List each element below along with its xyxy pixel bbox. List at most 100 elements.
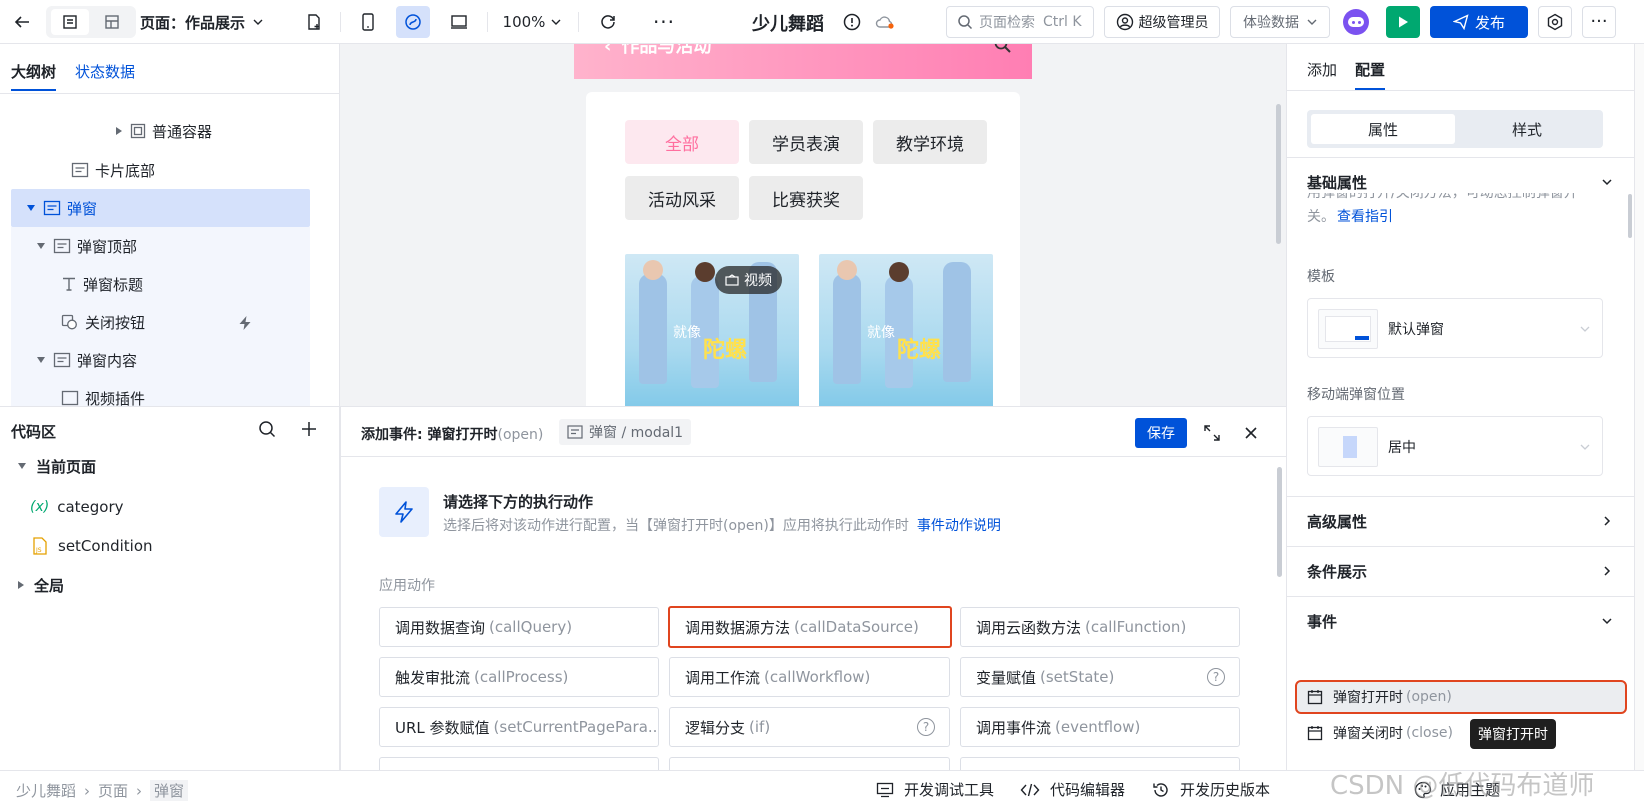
- action-set-url-params[interactable]: URL 参数赋值 (setCurrentPagePara...: [379, 707, 659, 747]
- collapse-caret-icon[interactable]: [27, 205, 35, 211]
- panel-scrollbar[interactable]: [1628, 194, 1632, 238]
- outline-view-icon[interactable]: [51, 9, 89, 35]
- add-page-icon[interactable]: [298, 6, 330, 38]
- more-menu-icon[interactable]: ···: [1582, 6, 1616, 38]
- save-button[interactable]: 保存: [1135, 418, 1187, 448]
- tab-outline[interactable]: 大纲树: [11, 61, 56, 82]
- tree-node-video-plugin[interactable]: 视频插件: [11, 379, 310, 406]
- event-panel-scrollbar[interactable]: [1277, 467, 1282, 577]
- lightning-icon[interactable]: [238, 315, 252, 331]
- page-search-input[interactable]: 页面检索 Ctrl K: [946, 6, 1094, 38]
- action-item[interactable]: [379, 757, 659, 770]
- code-fn-setcondition[interactable]: JS setCondition: [32, 531, 153, 561]
- publish-label: 发布: [1474, 13, 1505, 32]
- section-events[interactable]: 事件: [1287, 596, 1634, 646]
- search-icon[interactable]: [258, 420, 276, 438]
- search-icon[interactable]: [994, 44, 1012, 54]
- action-if-branch[interactable]: 逻辑分支 (if)?: [669, 707, 950, 747]
- tab-config[interactable]: 配置: [1355, 59, 1385, 80]
- collapse-caret-icon[interactable]: [37, 243, 45, 249]
- expand-caret-icon[interactable]: [116, 127, 122, 135]
- function-name: setCondition: [58, 537, 153, 555]
- code-tree-global[interactable]: 全局: [18, 570, 64, 600]
- right-tabs: 添加 配置: [1287, 44, 1634, 91]
- collapse-caret-icon[interactable]: [37, 357, 45, 363]
- filter-competition[interactable]: 比赛获奖: [749, 176, 863, 220]
- collapse-caret-icon[interactable]: [18, 463, 26, 469]
- tree-node-modal[interactable]: 弹窗: [11, 189, 310, 227]
- action-call-process[interactable]: 触发审批流 (callProcess): [379, 657, 659, 697]
- help-icon[interactable]: ?: [1207, 668, 1225, 686]
- back-arrow-icon[interactable]: [6, 6, 38, 38]
- prompt-title: 请选择下方的执行动作: [443, 493, 594, 511]
- debug-tool-button[interactable]: 开发调试工具: [876, 779, 994, 800]
- expand-caret-icon[interactable]: [18, 581, 24, 589]
- history-button[interactable]: 开发历史版本: [1152, 779, 1270, 800]
- code-tree-current-page[interactable]: 当前页面: [18, 451, 96, 481]
- template-select[interactable]: 默认弹窗: [1307, 298, 1603, 358]
- tab-active-indicator: [11, 89, 56, 91]
- mobile-preview-icon[interactable]: [352, 6, 384, 38]
- close-icon[interactable]: [1244, 426, 1258, 440]
- chevron-right-icon: [1604, 566, 1611, 576]
- tree-node-modal-header[interactable]: 弹窗顶部: [11, 227, 310, 265]
- more-icon[interactable]: ···: [648, 6, 680, 38]
- info-icon[interactable]: [840, 6, 864, 38]
- button-icon: [61, 314, 77, 330]
- tree-node-normal-container[interactable]: 普通容器: [11, 112, 310, 150]
- breadcrumb-component[interactable]: 弹窗: [150, 780, 189, 801]
- run-preview-button[interactable]: [1386, 6, 1420, 38]
- seg-styles[interactable]: 样式: [1455, 114, 1599, 144]
- zoom-value: 100%: [502, 13, 546, 31]
- action-eventflow[interactable]: 调用事件流 (eventflow): [960, 707, 1240, 747]
- user-menu[interactable]: 超级管理员: [1104, 6, 1220, 38]
- video-thumbnail[interactable]: 就像 陀螺: [819, 254, 993, 406]
- action-call-workflow[interactable]: 调用工作流 (callWorkflow): [669, 657, 950, 697]
- event-item-open[interactable]: 弹窗打开时 (open): [1295, 680, 1627, 714]
- seg-properties[interactable]: 属性: [1311, 114, 1455, 144]
- section-advanced-properties[interactable]: 高级属性: [1287, 496, 1634, 546]
- template-label: 模板: [1307, 269, 1335, 285]
- data-mode-select[interactable]: 体验数据: [1230, 6, 1330, 38]
- tab-state-data[interactable]: 状态数据: [75, 61, 135, 82]
- breadcrumb-app[interactable]: 少儿舞蹈: [16, 780, 76, 801]
- action-call-query[interactable]: 调用数据查询 (callQuery): [379, 607, 659, 647]
- code-editor-button[interactable]: 代码编辑器: [1020, 779, 1125, 800]
- tab-add[interactable]: 添加: [1307, 59, 1337, 80]
- filter-teaching-env[interactable]: 教学环境: [873, 120, 987, 164]
- expand-icon[interactable]: [1203, 424, 1221, 442]
- action-item[interactable]: [960, 757, 1240, 770]
- code-var-category[interactable]: (x) category: [30, 492, 124, 522]
- action-call-function[interactable]: 调用云函数方法 (callFunction): [960, 607, 1240, 647]
- tree-node-modal-title[interactable]: 弹窗标题: [11, 265, 310, 303]
- desktop-preview-icon[interactable]: [442, 6, 476, 38]
- section-condition-display[interactable]: 条件展示: [1287, 546, 1634, 596]
- filter-student-show[interactable]: 学员表演: [749, 120, 863, 164]
- event-action-help-link[interactable]: 事件动作说明: [917, 518, 1001, 534]
- code-area-title: 代码区: [11, 423, 57, 441]
- filter-all[interactable]: 全部: [625, 120, 739, 164]
- action-call-datasource[interactable]: 调用数据源方法 (callDataSource): [668, 606, 952, 648]
- action-item[interactable]: [669, 757, 950, 770]
- video-thumbnail[interactable]: 就像 陀螺 视频: [625, 254, 799, 406]
- canvas-scrollbar[interactable]: [1276, 104, 1281, 244]
- tree-node-close-button[interactable]: 关闭按钮: [11, 303, 310, 341]
- page-selector[interactable]: 页面：作品展示: [140, 6, 270, 38]
- ai-assistant-icon[interactable]: [1340, 6, 1372, 38]
- help-icon[interactable]: ?: [917, 718, 935, 736]
- add-icon[interactable]: [300, 420, 318, 438]
- position-select[interactable]: 居中: [1307, 416, 1603, 476]
- responsive-preview-icon[interactable]: [396, 6, 430, 38]
- filter-activity[interactable]: 活动风采: [625, 176, 739, 220]
- grid-view-icon[interactable]: [93, 9, 131, 35]
- settings-icon[interactable]: [1538, 6, 1572, 38]
- publish-button[interactable]: 发布: [1430, 6, 1528, 38]
- zoom-selector[interactable]: 100%: [500, 6, 564, 38]
- breadcrumb-page[interactable]: 页面: [98, 780, 128, 801]
- tree-node-card-footer[interactable]: 卡片底部: [11, 151, 310, 189]
- event-item-close[interactable]: 弹窗关闭时 (close): [1295, 716, 1455, 750]
- refresh-icon[interactable]: [592, 6, 624, 38]
- guide-link[interactable]: 查看指引: [1337, 209, 1393, 225]
- tree-node-modal-content[interactable]: 弹窗内容: [11, 341, 310, 379]
- action-set-state[interactable]: 变量赋值 (setState)?: [960, 657, 1240, 697]
